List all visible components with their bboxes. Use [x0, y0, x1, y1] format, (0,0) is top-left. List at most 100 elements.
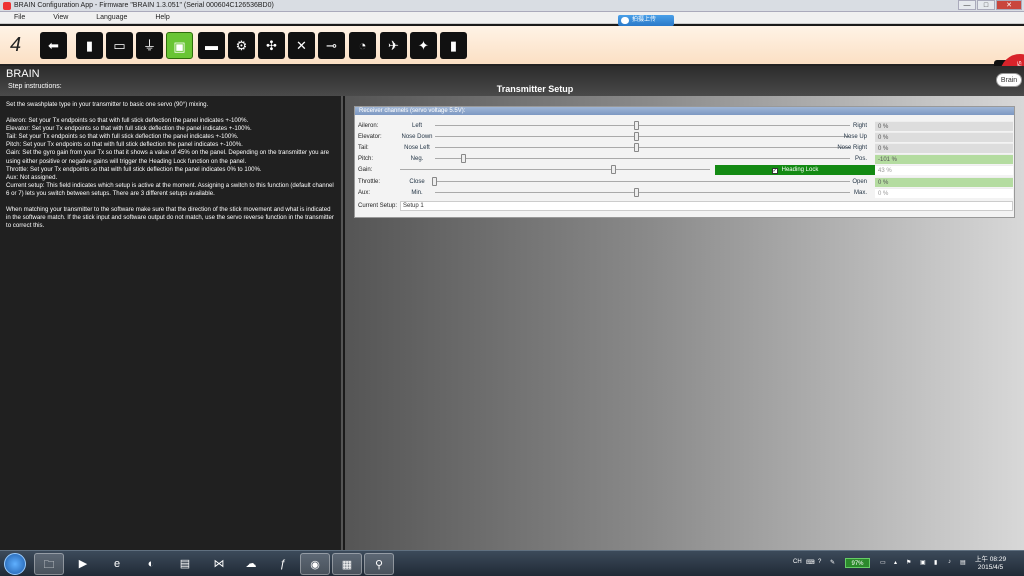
battery-box-icon[interactable]: ▬ — [198, 32, 225, 59]
tray-device-icon[interactable]: ▤ — [960, 559, 966, 566]
channel-label: Aux: — [358, 190, 371, 196]
heading-lock-indicator: ✓ Heading Lock — [715, 165, 875, 175]
back-arrow-icon[interactable]: ⬅ — [40, 32, 67, 59]
channel-low-label: Left — [411, 123, 422, 129]
clock-time: 上午 08:29 — [975, 556, 1007, 563]
step-number: 4 — [10, 34, 22, 56]
page-title: Transmitter Setup — [496, 84, 574, 94]
channel-value: 0 % — [875, 121, 1013, 131]
menu-language[interactable]: Language — [96, 12, 127, 24]
channel-slider-thumb[interactable] — [461, 154, 466, 163]
channel-slider-thumb[interactable] — [634, 143, 639, 152]
channel-high-label: Max. — [853, 190, 867, 196]
system-clock[interactable]: 上午 08:29 2015/4/5 — [975, 556, 1006, 572]
channel-slider-thumb[interactable] — [432, 177, 437, 186]
tuning-icon[interactable]: ✦ — [410, 32, 437, 59]
gear-rotor-icon[interactable]: ⚙ — [228, 32, 255, 59]
channel-label: Throttle: — [358, 179, 381, 185]
page-header: BRAIN Step instructions: Transmitter Set… — [0, 66, 1024, 96]
windows-taskbar: 🗀 ▶ e ◐ ▤ ⋈ ☁ ƒ ◉ ▦ ⚲ CH ⌨ ? ✎ 97% ▭ ▴ ⚑… — [0, 550, 1024, 576]
servo-icon[interactable]: ⊸ — [318, 32, 345, 59]
channel-high-label: Open — [852, 179, 867, 185]
tray-flag-icon[interactable]: ⚑ — [906, 559, 911, 566]
store-icon[interactable]: ▤ — [170, 553, 200, 575]
folder-icon[interactable]: 🗀 — [34, 553, 64, 575]
governor-icon[interactable]: ✈ — [380, 32, 407, 59]
tray-window-icon[interactable]: ▭ — [880, 559, 886, 566]
wizard-toolbar: 4 ⬅ ▮ ▭ ⏚ ▣ ▬ ⚙ ✣ ✕ ⊸ ◔ ✈ ✦ ▮ ⇥ SimProbe — [0, 26, 1024, 98]
plug-icon[interactable]: ⏚ — [136, 32, 163, 59]
tail-rotor-icon[interactable]: ✣ — [258, 32, 285, 59]
tray-language[interactable]: CH — [793, 559, 802, 565]
cloud-icon — [621, 17, 629, 24]
chrome-icon[interactable]: ◉ — [300, 553, 330, 575]
channel-slider-track — [435, 192, 850, 193]
receiver-icon[interactable]: ▣ — [166, 32, 193, 59]
current-setup-field: Setup 1 — [400, 201, 1013, 211]
brain-logo: Brain — [996, 73, 1022, 87]
menu-view[interactable]: View — [53, 12, 68, 24]
maximize-button[interactable]: □ — [977, 0, 995, 10]
instruction-paragraph: Set the swashplate type in your transmit… — [6, 101, 209, 108]
app-icon — [3, 2, 11, 10]
tray-help-icon[interactable]: ? — [818, 559, 821, 565]
phone-device-icon[interactable]: ▮ — [76, 32, 103, 59]
cloud-upload-button[interactable]: 拍摄上传 — [618, 15, 674, 26]
channel-slider-thumb[interactable] — [634, 132, 639, 141]
flash-icon[interactable]: ƒ — [268, 553, 298, 575]
current-setup-row: Current Setup: Setup 1 — [355, 201, 1014, 211]
checkbox-icon: ✓ — [771, 168, 778, 174]
current-setup-label: Current Setup: — [358, 203, 398, 209]
media-player-icon[interactable]: ▶ — [68, 553, 98, 575]
channel-high-label: Nose Up — [843, 134, 867, 140]
menu-file[interactable]: File — [14, 12, 25, 24]
channel-row-throttle: Throttle: Close Open 0 % — [355, 177, 1014, 187]
content-panel: Receiver channels (servo voltage 5.5V): … — [345, 96, 1024, 550]
phone-end-icon[interactable]: ▮ — [440, 32, 467, 59]
tray-speaker-icon[interactable]: ♪ — [948, 559, 951, 565]
ie-icon[interactable]: e — [102, 553, 132, 575]
channel-high-label: Pos. — [854, 156, 867, 162]
minimize-button[interactable]: — — [958, 0, 976, 10]
tray-keyboard-icon[interactable]: ⌨ — [806, 559, 815, 566]
instruction-paragraph: When matching your transmitter to the so… — [6, 206, 334, 230]
gauge-icon[interactable]: ◔ — [349, 32, 376, 59]
menu-bar: File View Language Help — [0, 12, 1024, 24]
channel-high-label: Right — [852, 123, 867, 129]
connector-icon[interactable]: ⚲ — [364, 553, 394, 575]
start-button[interactable] — [4, 553, 26, 575]
tray-network-icon[interactable]: ▮ — [934, 559, 937, 566]
channel-low-label: Neg. — [410, 156, 424, 162]
visual-studio-icon[interactable]: ⋈ — [204, 553, 234, 575]
channel-low-label: Close — [409, 179, 425, 185]
channel-value: 0 % — [875, 188, 1013, 198]
frame-icon[interactable]: ▭ — [106, 32, 133, 59]
tray-monitor-icon[interactable]: ▣ — [920, 559, 926, 566]
swashplate-icon[interactable]: ✕ — [288, 32, 315, 59]
close-button[interactable]: ✕ — [996, 0, 1022, 10]
channel-label: Gain: — [358, 167, 373, 173]
channel-slider-thumb[interactable] — [611, 165, 616, 174]
menu-help[interactable]: Help — [155, 12, 169, 24]
channel-low-label: Nose Down — [401, 134, 433, 140]
window-controls: — □ ✕ — [958, 0, 1022, 11]
tray-arrow-icon[interactable]: ▴ — [894, 559, 897, 566]
channel-row-gain: Gain: ✓ Heading Lock 43 % — [355, 165, 1014, 175]
cloud-sync-icon[interactable]: ☁ — [236, 553, 266, 575]
channel-slider-thumb[interactable] — [634, 121, 639, 130]
channel-value: 0 % — [875, 177, 1013, 187]
channel-label: Tail: — [358, 145, 369, 151]
brain-app-icon[interactable]: ▦ — [332, 553, 362, 575]
battery-indicator[interactable]: 97% — [845, 558, 870, 568]
channel-label: Elevator: — [358, 134, 382, 140]
tray-tool-icon[interactable]: ✎ — [830, 559, 835, 566]
channel-value: 0 % — [875, 132, 1013, 142]
channel-slider-track — [435, 125, 850, 126]
steam-icon[interactable]: ◐ — [136, 553, 166, 575]
channel-low-label: Min. — [411, 190, 423, 196]
receiver-header: Receiver channels (servo voltage 5.5V): — [355, 107, 1014, 115]
cloud-upload-label: 拍摄上传 — [632, 17, 657, 23]
channel-value: -101 % — [875, 154, 1013, 164]
channel-slider-thumb[interactable] — [634, 188, 639, 197]
channel-slider-track — [435, 136, 850, 137]
